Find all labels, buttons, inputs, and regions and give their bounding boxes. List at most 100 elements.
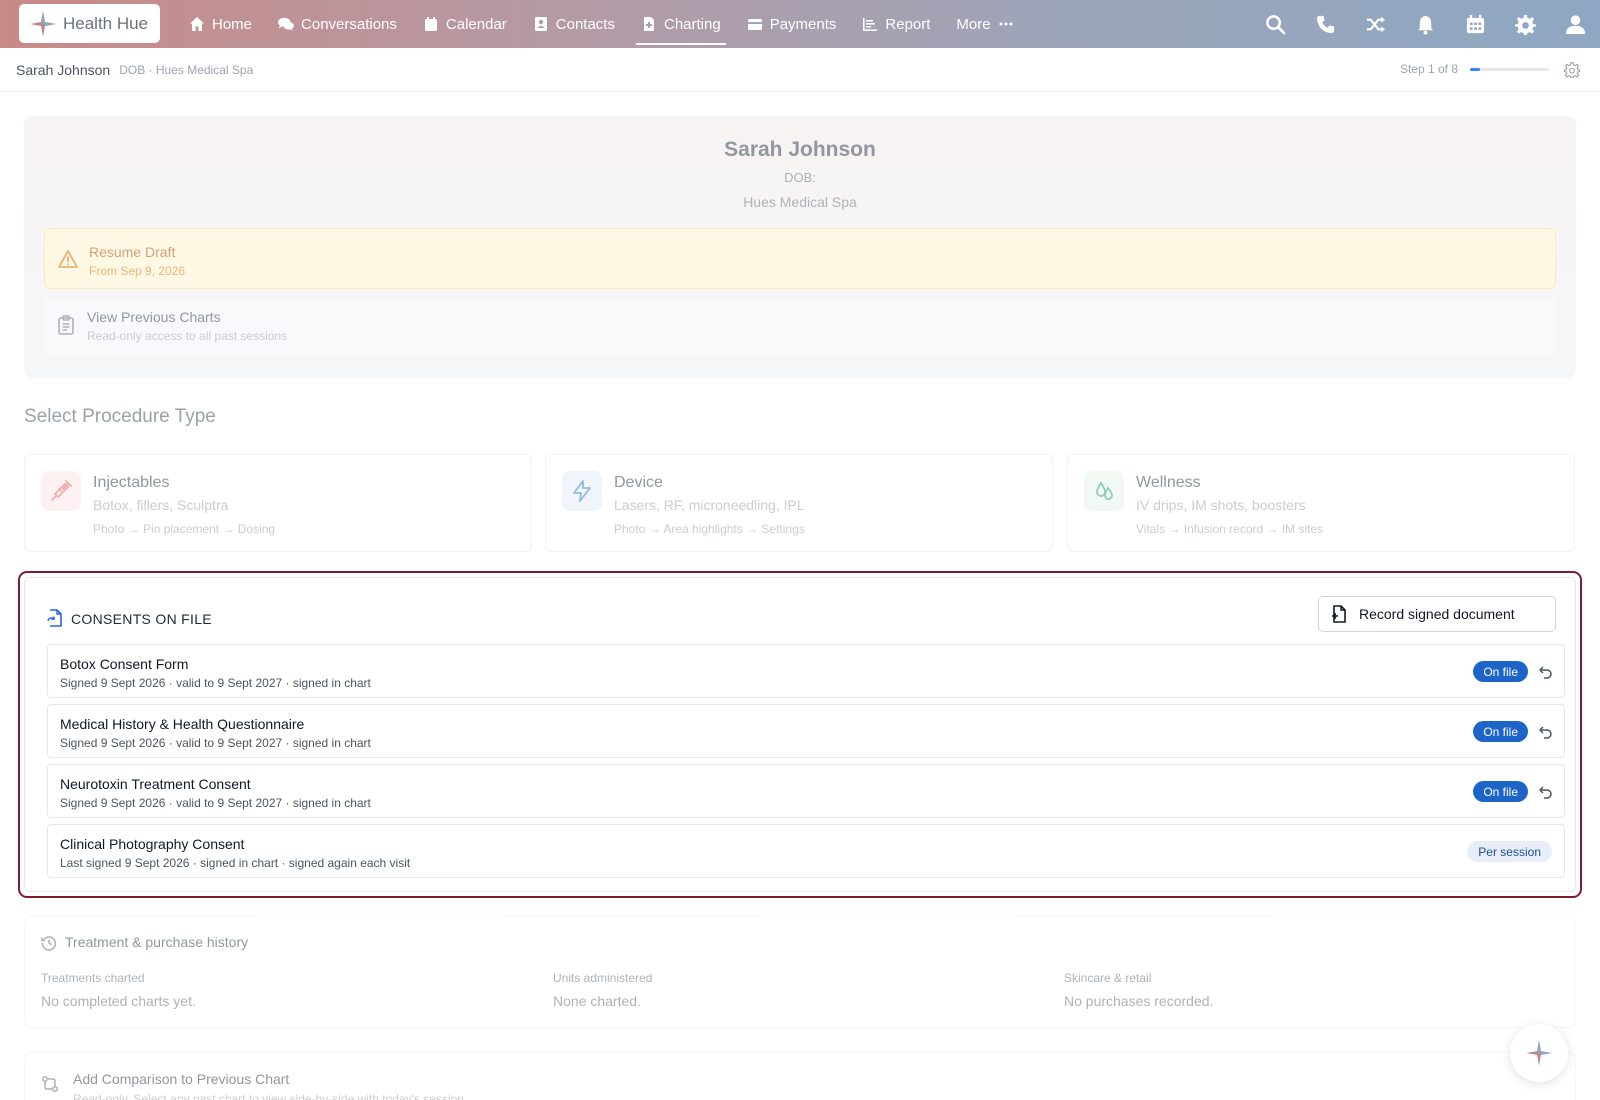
procedure-subtitle: Botox, fillers, Sculptra [93,497,229,513]
procedure-flow: Vitals → Infusion record → IM sites [1136,522,1324,536]
nav-payments-label: Payments [769,15,837,33]
subheader-patient-name: Sarah Johnson [16,61,111,78]
consent-row[interactable]: Clinical Photography Consent Last signed… [47,824,1565,878]
history-column: Units administered None charted. [553,971,652,1009]
card-icon [747,19,762,30]
history-column: Skincare & retail No purchases recorded. [1064,971,1213,1009]
sparkle-logo-icon [30,10,56,37]
add-comparison-title: Add Comparison to Previous Chart [73,1071,290,1087]
revoke-undo-icon[interactable] [1537,784,1553,800]
syringe-icon [51,480,72,501]
history-column-value: No completed charts yet. [41,993,196,1009]
resume-draft-card[interactable]: Resume Draft From Sep 9, 2026 [44,228,1556,289]
sparkle-icon [1526,1040,1552,1066]
history-column: Treatments charted No completed charts y… [41,971,196,1009]
nav-more[interactable]: More [943,0,1026,48]
procedure-flow: Photo → Area highlights → Settings [614,522,805,536]
consent-meta: Last signed 9 Sept 2026 · signed in char… [60,856,411,870]
procedure-icon-box [41,471,81,511]
subheader-patient-meta: DOB · Hues Medical Spa [119,62,254,77]
history-column-label: Treatments charted [41,971,145,985]
consent-status-badge: Per session [1467,841,1552,862]
consent-row[interactable]: Neurotoxin Treatment Consent Signed 9 Se… [47,764,1565,818]
procedure-card-wellness[interactable]: Wellness IV drips, IM shots, boosters Vi… [1067,454,1575,552]
nav-report[interactable]: Report [849,0,943,48]
nav-home-label: Home [212,15,253,33]
ellipsis-icon [999,22,1013,26]
history-column-label: Units administered [553,971,653,985]
report-icon [863,18,878,31]
nav-charting[interactable]: Charting [628,0,734,48]
gear-icon[interactable] [1515,14,1536,35]
procedure-subtitle: IV drips, IM shots, boosters [1136,497,1306,513]
nav-conversations-label: Conversations [301,15,397,33]
consent-status-badge: On file [1473,721,1528,742]
consents-heading: CONSENTS ON FILE [71,611,212,627]
patient-organization: Hues Medical Spa [743,194,857,210]
assistant-fab-button[interactable] [1510,1024,1568,1082]
view-previous-charts-card[interactable]: View Previous Charts Read-only access to… [44,298,1556,356]
nav-calendar[interactable]: Calendar [410,0,520,48]
procedure-title: Wellness [1136,474,1201,491]
revoke-undo-icon[interactable] [1537,664,1553,680]
procedure-card-device[interactable]: Device Lasers, RF, microneedling, IPL Ph… [545,454,1053,552]
nav-action-icons [1265,0,1586,48]
patient-dob: DOB: [784,170,816,185]
add-comparison-card[interactable]: Add Comparison to Previous Chart Read-on… [24,1052,1576,1100]
procedure-title: Device [614,474,663,491]
nav-payments[interactable]: Payments [734,0,850,48]
consent-row[interactable]: Medical History & Health Questionnaire S… [47,704,1565,758]
record-signed-document-label: Record signed document [1359,606,1515,622]
step-indicator: Step 1 of 8 [1399,62,1458,76]
home-icon [190,17,204,31]
patient-name: Sarah Johnson [724,138,876,161]
nav-contacts[interactable]: Contacts [520,0,628,48]
nav-report-label: Report [885,15,931,33]
user-icon[interactable] [1565,14,1586,35]
consent-meta: Signed 9 Sept 2026 · valid to 9 Sept 202… [60,796,371,810]
history-column-value: No purchases recorded. [1064,993,1214,1009]
chat-icon [278,17,295,31]
consent-meta: Signed 9 Sept 2026 · valid to 9 Sept 202… [60,736,371,750]
procedure-section-title: Select Procedure Type [24,406,216,427]
nav-conversations[interactable]: Conversations [265,0,410,48]
consent-status-badge: On file [1473,661,1528,682]
search-icon[interactable] [1265,14,1286,35]
resume-draft-subtitle: From Sep 9, 2026 [89,264,186,278]
consent-meta: Signed 9 Sept 2026 · valid to 9 Sept 202… [60,676,371,690]
document-icon [643,17,654,31]
settings-gear-icon[interactable] [1564,62,1580,78]
consent-row[interactable]: Botox Consent Form Signed 9 Sept 2026 · … [47,644,1565,698]
procedure-flow: Photo → Pin placement → Dosing [93,522,276,536]
brand-logo[interactable]: Health Hue [19,4,160,43]
nav-more-label: More [956,15,991,33]
consent-name: Medical History & Health Questionnaire [60,716,305,732]
droplet-icon [1096,481,1113,500]
procedure-title: Injectables [93,474,170,491]
procedure-card-injectables[interactable]: Injectables Botox, fillers, Sculptra Pho… [24,454,532,552]
record-signed-document-button[interactable]: Record signed document [1318,596,1556,632]
view-previous-charts-subtitle: Read-only access to all past sessions [87,329,288,343]
add-comparison-subtitle: Read-only. Select any past chart to view… [73,1092,468,1100]
step-progress-fill [1470,68,1480,71]
calendar-grid-icon[interactable] [1465,14,1486,35]
main-nav: Home Conversations Calendar Contacts Cha… [176,0,1027,48]
consent-name: Clinical Photography Consent [60,836,245,852]
shuffle-icon[interactable] [1365,14,1386,35]
clipboard-icon [58,315,74,335]
warning-icon [58,250,78,268]
nav-home[interactable]: Home [176,0,265,48]
compare-branch-icon [41,1075,59,1093]
revoke-undo-icon[interactable] [1537,724,1553,740]
contact-icon [534,17,547,31]
consent-status-badge: On file [1473,781,1528,802]
consents-panel: CONSENTS ON FILE Record signed document … [18,571,1582,898]
file-sync-icon [47,609,62,627]
brand-name: Health Hue [63,13,149,33]
view-previous-charts-title: View Previous Charts [87,309,221,325]
treatment-history-card: Treatment & purchase history Treatments … [24,916,1576,1028]
step-progress-bar [1470,68,1549,71]
bell-icon[interactable] [1415,14,1436,35]
phone-icon[interactable] [1315,14,1336,35]
file-plus-icon [1332,605,1346,623]
